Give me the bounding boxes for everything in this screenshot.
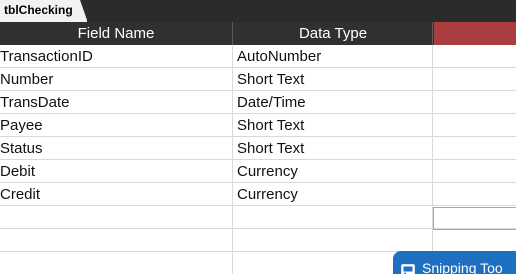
table-row[interactable]: TransactionID AutoNumber: [0, 45, 516, 68]
data-type-cell[interactable]: Currency: [234, 183, 433, 205]
data-type-cell[interactable]: Currency: [234, 160, 433, 182]
field-name-cell[interactable]: Number: [0, 68, 233, 90]
field-name-cell[interactable]: Debit: [0, 160, 233, 182]
table-row[interactable]: TransDate Date/Time: [0, 91, 516, 114]
table-row[interactable]: Credit Currency: [0, 183, 516, 206]
data-type-cell[interactable]: AutoNumber: [234, 45, 433, 67]
snipping-tool-label: Snipping Too: [422, 260, 503, 274]
data-type-cell[interactable]: Short Text: [234, 68, 433, 90]
table-row[interactable]: [0, 229, 516, 252]
design-grid: TransactionID AutoNumber Number Short Te…: [0, 45, 516, 274]
data-type-cell[interactable]: Short Text: [234, 137, 433, 159]
table-row[interactable]: Number Short Text: [0, 68, 516, 91]
data-type-cell[interactable]: Date/Time: [234, 91, 433, 113]
document-tab-bar: tblChecking: [0, 0, 516, 22]
field-name-column-header[interactable]: Field Name: [0, 22, 233, 45]
field-name-cell[interactable]: [0, 252, 233, 274]
field-name-cell[interactable]: TransactionID: [0, 45, 233, 67]
data-type-cell[interactable]: Short Text: [234, 114, 433, 136]
description-cell[interactable]: [434, 45, 516, 67]
table-row[interactable]: Payee Short Text: [0, 114, 516, 137]
table-row[interactable]: Debit Currency: [0, 160, 516, 183]
field-name-cell[interactable]: [0, 229, 233, 251]
field-name-cell[interactable]: TransDate: [0, 91, 233, 113]
tab-tblchecking[interactable]: tblChecking: [0, 0, 87, 20]
description-cell[interactable]: [434, 183, 516, 205]
data-type-column-header[interactable]: Data Type: [234, 22, 433, 45]
description-cell[interactable]: [434, 91, 516, 113]
table-row[interactable]: Status Short Text: [0, 137, 516, 160]
description-cell[interactable]: [434, 229, 516, 251]
description-cell[interactable]: [434, 137, 516, 159]
description-column-header[interactable]: [434, 22, 516, 45]
field-name-cell[interactable]: [0, 206, 233, 228]
field-name-cell[interactable]: Credit: [0, 183, 233, 205]
design-grid-header: Field Name Data Type: [0, 22, 516, 45]
data-type-cell[interactable]: [234, 229, 433, 251]
snipping-tool-popup[interactable]: Snipping Too: [393, 251, 516, 274]
selected-description-cell[interactable]: [433, 207, 516, 230]
description-cell[interactable]: [434, 114, 516, 136]
field-name-cell[interactable]: Payee: [0, 114, 233, 136]
data-type-cell[interactable]: [234, 206, 433, 228]
description-cell[interactable]: [434, 68, 516, 90]
field-name-cell[interactable]: Status: [0, 137, 233, 159]
snipping-tool-icon: [401, 260, 415, 274]
description-cell[interactable]: [434, 160, 516, 182]
